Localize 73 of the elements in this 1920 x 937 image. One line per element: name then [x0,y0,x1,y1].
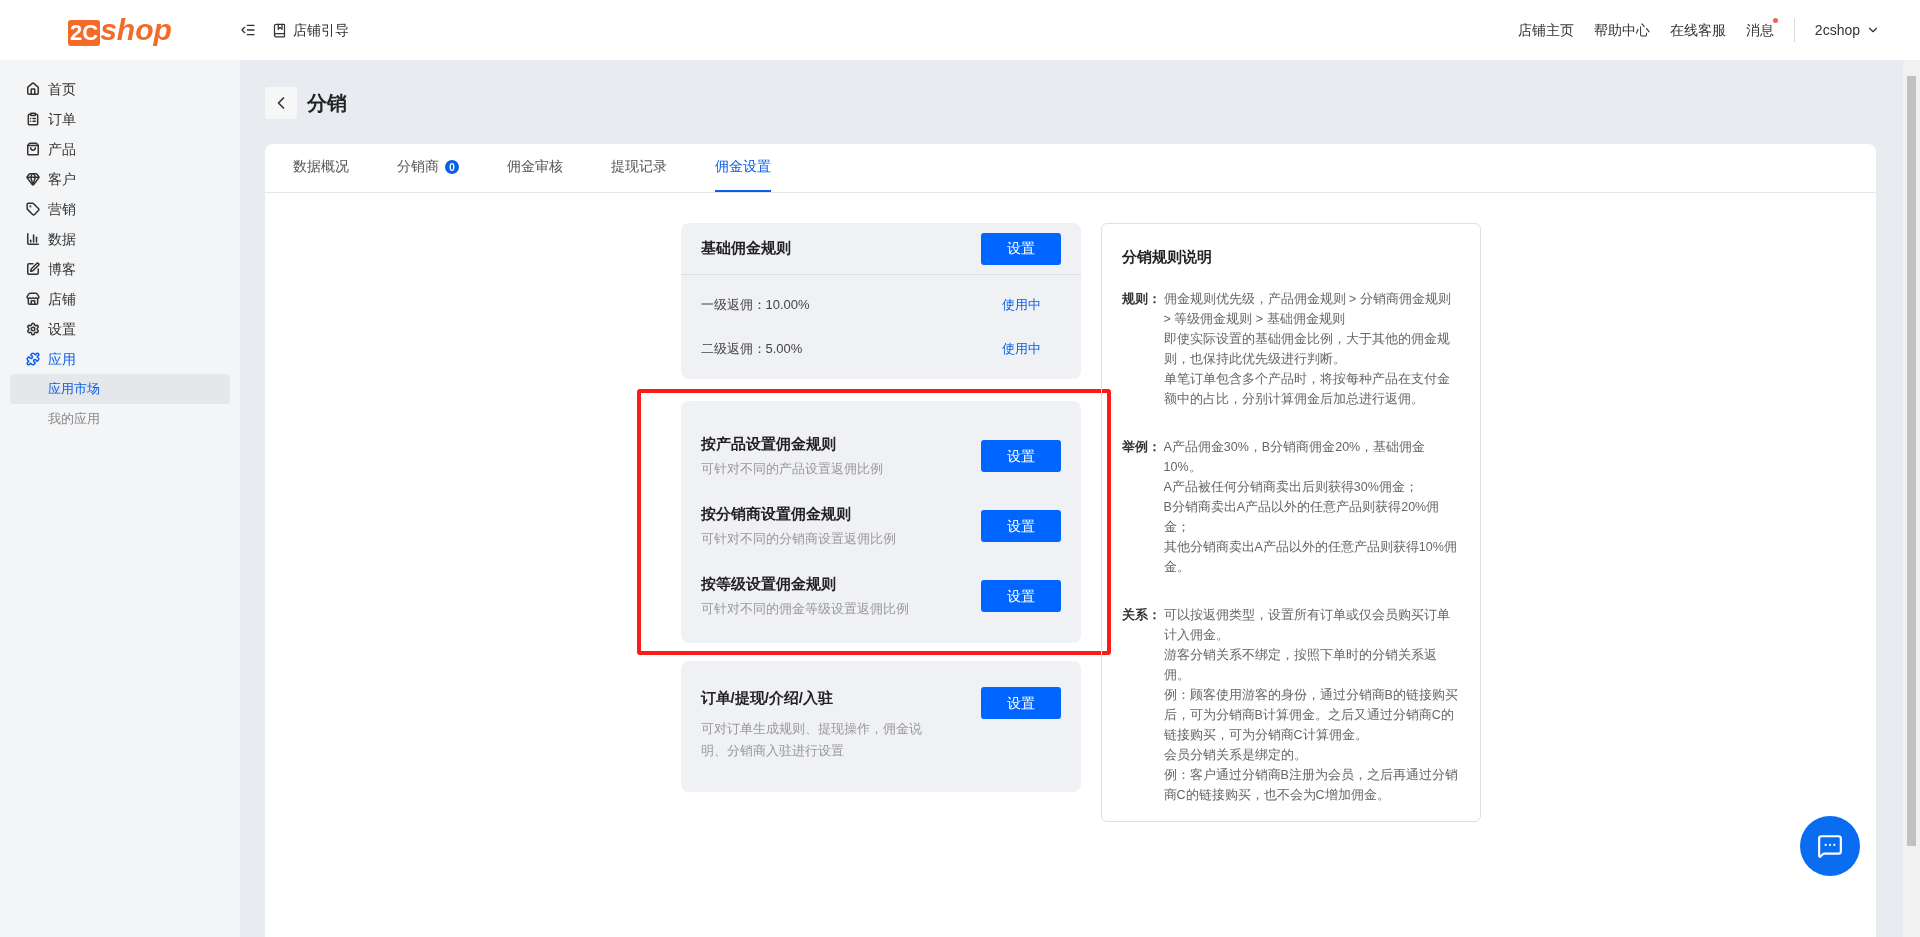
tab[interactable]: 数据概况 [293,144,349,192]
sidebar-item[interactable]: 博客 [10,254,230,284]
sidebar-item[interactable]: 应用 [10,344,230,374]
set-button[interactable]: 设置 [980,440,1061,472]
tag-icon [26,202,40,216]
status-text: 使用中 [1001,340,1041,359]
home-icon [26,82,40,96]
tab[interactable]: 提现记录 [611,144,667,192]
puzzle-icon [26,352,40,366]
store-icon [26,292,40,306]
bag-icon [26,142,40,156]
header-link[interactable]: 消息 [1745,19,1774,41]
store-guide-link[interactable]: 店铺引导 [272,19,349,41]
book-icon [272,22,287,38]
sidebar-item[interactable]: 客户 [10,164,230,194]
sidebar-item[interactable]: 首页 [10,74,230,104]
set-button[interactable]: 设置 [980,580,1061,612]
rule-description: 可针对不同的佣金等级设置返佣比例 [700,600,909,618]
page-title: 分销 [307,91,347,116]
tab[interactable]: 佣金审核 [507,144,563,192]
chat-icon [1817,833,1843,859]
set-button[interactable]: 设置 [980,510,1061,542]
sidebar-subitem[interactable]: 应用市场 [10,374,230,404]
rule-paragraph: 佣金规则优先级，产品佣金规则 > 分销商佣金规则 > 等级佣金规则 > 基础佣金规则 [1163,290,1452,328]
rule-title: 订单/提现/介绍/入驻 [700,688,834,708]
rule-title: 按等级设置佣金规则 [700,574,837,595]
rule-paragraph: 例：顾客使用游客的身份，通过分销商B的链接购买后，可为分销商B计算佣金。之后又通过分销商C的链接购买，可为分销商C计算佣金。 [1163,686,1459,744]
scrollbar-thumb[interactable] [1907,76,1916,846]
rule-paragraph: 其他分销商卖出A产品以外的任意产品则获得10%佣金。 [1163,538,1458,576]
card-title: 基础佣金规则 [700,238,791,259]
rate-text: 二级返佣：5.00% [700,340,803,359]
set-button[interactable]: 设置 [980,687,1061,719]
header-link[interactable]: 帮助中心 [1593,19,1650,41]
rule-description: 可针对不同的分销商设置返佣比例 [700,530,896,548]
rule-paragraph: 游客分销关系不绑定，按照下单时的分销关系返佣。 [1163,646,1438,684]
rule-paragraph: 可以按返佣类型，设置所有订单或仅会员购买订单计入佣金。 [1163,606,1451,644]
rule-description: 可对订单生成规则、提现操作，佣金说明、分销商入驻进行设置 [700,720,923,760]
rule-paragraph: 会员分销关系是绑定的。 [1163,746,1308,764]
clipboard-icon [26,112,40,126]
sidebar-item[interactable]: 营销 [10,194,230,224]
menu-icon[interactable] [240,22,256,38]
rule-title: 按分销商设置佣金规则 [700,504,852,525]
rule-paragraph: B分销商卖出A产品以外的任意产品则获得20%佣金； [1163,498,1441,536]
user-menu[interactable]: 2cshop [1814,19,1880,41]
sidebar-item[interactable]: 数据 [10,224,230,254]
status-text: 使用中 [1001,296,1041,315]
sidebar-item[interactable]: 设置 [10,314,230,344]
rule-paragraph: 即使实际设置的基础佣金比例，大于其他的佣金规则，也保持此优先级进行判断。 [1163,330,1451,368]
settings-icon [26,322,40,336]
section-label: 规则： [1121,290,1162,308]
count-badge: 0 [445,160,459,174]
rate-text: 一级返佣：10.00% [700,296,810,315]
rule-paragraph: A产品佣金30%，B分销商佣金20%，基础佣金10%。 [1163,438,1427,476]
set-button[interactable]: 设置 [980,232,1061,265]
panel-title: 分销规则说明 [1121,247,1213,267]
edit-icon [26,262,40,276]
gem-icon [26,172,40,186]
rule-paragraph: 例：客户通过分销商B注册为会员，之后再通过分销商C的链接购买，也不会为C增加佣金。 [1163,766,1459,804]
rule-paragraph: 单笔订单包含多个产品时，将按每种产品在支付金额中的占比，分别计算佣金后加总进行返佣。 [1163,370,1451,408]
sidebar-item[interactable]: 店铺 [10,284,230,314]
section-label: 关系： [1121,606,1162,624]
tab[interactable]: 分销商 0 [397,144,459,192]
bar-chart-icon [26,232,40,246]
header-link[interactable]: 店铺主页 [1517,19,1574,41]
rule-title: 按产品设置佣金规则 [700,434,837,455]
tab[interactable]: 佣金设置 [715,144,771,192]
sidebar-item[interactable]: 产品 [10,134,230,164]
header-link[interactable]: 在线客服 [1669,19,1726,41]
section-label: 举例： [1121,438,1162,456]
rule-paragraph: A产品被任何分销商卖出后则获得30%佣金； [1163,478,1419,496]
back-button[interactable] [265,87,297,119]
sidebar-item[interactable]: 订单 [10,104,230,134]
rule-description: 可针对不同的产品设置返佣比例 [700,460,883,478]
